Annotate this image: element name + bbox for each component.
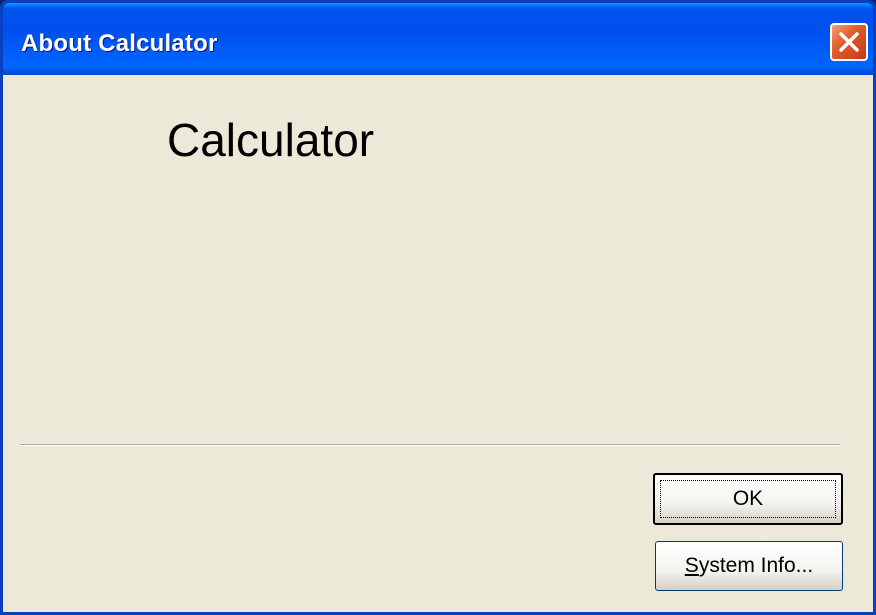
system-info-button[interactable]: System Info... xyxy=(655,541,843,591)
separator-line xyxy=(20,444,840,446)
about-dialog-window: About Calculator Calculator OK System In… xyxy=(0,0,876,615)
ok-button[interactable]: OK xyxy=(653,473,843,525)
app-name-heading: Calculator xyxy=(167,114,375,166)
close-button[interactable] xyxy=(830,23,868,61)
system-info-button-label: System Info... xyxy=(684,554,814,577)
focus-rectangle xyxy=(660,480,836,518)
close-x-icon xyxy=(839,32,859,52)
title-bar[interactable]: About Calculator xyxy=(3,3,873,75)
dialog-content: Calculator OK System Info... xyxy=(3,75,873,612)
window-title: About Calculator xyxy=(21,30,218,57)
